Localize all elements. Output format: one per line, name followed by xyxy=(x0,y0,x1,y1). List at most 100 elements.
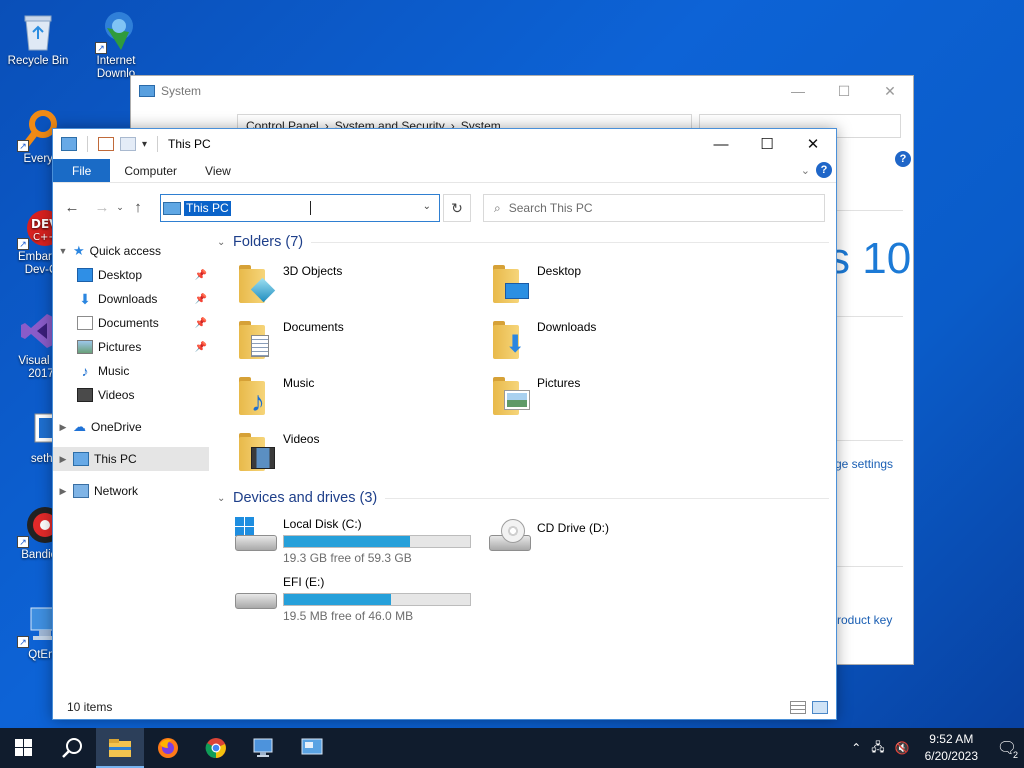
sidebar-item-videos[interactable]: Videos xyxy=(53,383,209,407)
sidebar-item-music[interactable]: ♪ Music xyxy=(53,359,209,383)
chevron-down-icon[interactable]: ⌄ xyxy=(423,201,431,212)
file-explorer-icon xyxy=(109,739,131,757)
system-maximize-button[interactable]: ☐ xyxy=(821,76,867,106)
expand-ribbon-icon[interactable]: ⌄ xyxy=(801,164,810,177)
cd-drive-icon xyxy=(487,517,533,557)
taskbar-remote-desktop[interactable] xyxy=(240,728,288,768)
tab-computer[interactable]: Computer xyxy=(110,159,191,182)
folder-music[interactable]: ♪ Music xyxy=(237,373,491,425)
search-button[interactable] xyxy=(48,728,96,768)
chevron-down-icon[interactable]: ⌄ xyxy=(217,493,233,504)
group-title: Devices and drives (3) xyxy=(233,490,378,506)
downloads-arrow-icon: ⬇ xyxy=(79,291,91,307)
chevron-down-icon[interactable]: ▼ xyxy=(53,246,73,256)
chevron-right-icon[interactable]: ▶ xyxy=(53,422,73,433)
network-icon[interactable]: 🖧 xyxy=(871,738,884,759)
folders-group-header[interactable]: ⌄ Folders (7) xyxy=(217,229,829,255)
minimize-button[interactable]: — xyxy=(698,129,744,159)
sidebar-item-pictures[interactable]: Pictures 📌 xyxy=(53,335,209,359)
refresh-button[interactable]: ↻ xyxy=(443,194,471,222)
taskbar-file-explorer[interactable] xyxy=(96,728,144,768)
taskbar-chrome[interactable] xyxy=(192,728,240,768)
sidebar-item-label: Videos xyxy=(98,388,135,402)
taskbar-firefox[interactable] xyxy=(144,728,192,768)
sidebar-item-this-pc[interactable]: ▶ This PC xyxy=(53,447,209,471)
sidebar-item-downloads[interactable]: ⬇ Downloads 📌 xyxy=(53,287,209,311)
tab-file[interactable]: File xyxy=(53,159,111,182)
divider xyxy=(311,241,829,243)
explorer-window[interactable]: ▾ This PC — ☐ ✕ File Computer View ⌄ ? ←… xyxy=(52,128,837,720)
folder-name: Music xyxy=(283,376,315,390)
ribbon-tabs: File Computer View ⌄ ? xyxy=(53,159,836,183)
sidebar-item-quick-access[interactable]: ▼ ★ Quick access xyxy=(53,239,209,263)
chevron-right-icon[interactable]: ▶ xyxy=(53,454,73,465)
maximize-button[interactable]: ☐ xyxy=(744,129,790,159)
system-minimize-button[interactable]: — xyxy=(775,76,821,106)
shortcut-arrow-icon: ↗ xyxy=(17,636,29,648)
chevron-up-icon[interactable]: ⌃ xyxy=(851,741,861,755)
pin-icon: 📌 xyxy=(194,293,207,305)
folder-pictures[interactable]: Pictures xyxy=(491,373,745,425)
folder-name: Desktop xyxy=(537,264,582,278)
drive-usage-bar xyxy=(283,535,471,548)
system-close-button[interactable]: ✕ xyxy=(867,76,913,106)
shortcut-arrow-icon: ↗ xyxy=(17,536,29,548)
help-icon[interactable]: ? xyxy=(816,162,832,178)
network-icon xyxy=(73,484,89,498)
recent-locations-button[interactable]: ⌄ xyxy=(113,195,127,219)
change-settings-link[interactable]: ge settings xyxy=(835,457,893,471)
chrome-icon xyxy=(205,738,226,759)
back-button[interactable]: ← xyxy=(61,195,83,219)
folder-3d-objects[interactable]: 3D Objects xyxy=(237,261,491,313)
folder-documents[interactable]: Documents xyxy=(237,317,491,369)
desktop-icon-internet-download-manager[interactable]: ↗ Internet Downlo xyxy=(78,10,154,81)
sidebar-item-desktop[interactable]: Desktop 📌 xyxy=(53,263,209,287)
drives-group-header[interactable]: ⌄ Devices and drives (3) xyxy=(217,485,829,511)
explorer-title-bar[interactable]: ▾ This PC — ☐ ✕ xyxy=(53,129,836,159)
up-button[interactable]: ↑ xyxy=(127,195,149,219)
start-button[interactable] xyxy=(0,728,48,768)
videos-film-icon xyxy=(77,388,93,402)
drive-d[interactable]: CD Drive (D:) xyxy=(487,517,741,569)
navigation-bar: ← → ⌄ ↑ This PC ⌄ ↻ ⌕ Search This PC xyxy=(53,183,836,231)
new-folder-icon[interactable] xyxy=(120,137,136,151)
properties-icon[interactable] xyxy=(98,137,114,151)
folder-desktop[interactable]: Desktop xyxy=(491,261,745,313)
action-center-button[interactable]: 🗨 2 xyxy=(990,728,1024,768)
chevron-right-icon[interactable]: ▶ xyxy=(53,486,73,497)
large-icons-view-icon[interactable] xyxy=(812,701,828,714)
pin-icon: 📌 xyxy=(194,341,207,353)
folder-name: Downloads xyxy=(537,320,597,334)
drive-name: Local Disk (C:) xyxy=(283,517,362,531)
drive-e[interactable]: EFI (E:) 19.5 MB free of 46.0 MB xyxy=(233,575,487,627)
search-input[interactable]: ⌕ Search This PC xyxy=(483,194,825,222)
volume-muted-icon[interactable]: 🔇 xyxy=(895,741,910,755)
sidebar-item-onedrive[interactable]: ▶ ☁ OneDrive xyxy=(53,415,209,439)
address-input-selected[interactable]: This PC xyxy=(184,200,231,216)
desktop-icon-recycle-bin[interactable]: Recycle Bin xyxy=(0,10,76,68)
chevron-down-icon[interactable]: ⌄ xyxy=(217,237,233,248)
sidebar-item-label: Pictures xyxy=(98,340,142,354)
sidebar-item-network[interactable]: ▶ Network xyxy=(53,479,209,503)
tab-view[interactable]: View xyxy=(191,159,245,182)
sidebar-item-label: OneDrive xyxy=(91,420,142,434)
clock-time: 9:52 AM xyxy=(929,732,974,746)
sidebar-item-documents[interactable]: Documents 📌 xyxy=(53,311,209,335)
customize-quick-access-icon[interactable]: ▾ xyxy=(142,139,147,150)
folder-downloads[interactable]: ⬇ Downloads xyxy=(491,317,745,369)
close-button[interactable]: ✕ xyxy=(790,129,836,159)
clock[interactable]: 9:52 AM 6/20/2023 xyxy=(925,731,978,765)
system-help-icon[interactable]: ? xyxy=(895,151,911,167)
sidebar-item-label: Downloads xyxy=(98,292,158,306)
drive-c[interactable]: Local Disk (C:) 19.3 GB free of 59.3 GB xyxy=(233,517,487,569)
taskbar-system-control-panel[interactable] xyxy=(288,728,336,768)
shortcut-arrow-icon: ↗ xyxy=(95,42,107,54)
details-view-icon[interactable] xyxy=(790,701,806,714)
product-key-link[interactable]: roduct key xyxy=(837,613,892,627)
cloud-icon: ☁ xyxy=(73,419,86,434)
sidebar-item-label: Music xyxy=(98,364,130,378)
folder-videos[interactable]: Videos xyxy=(237,429,491,481)
documents-icon xyxy=(77,316,93,330)
forward-button[interactable]: → xyxy=(91,195,113,219)
address-bar[interactable]: This PC ⌄ xyxy=(160,194,440,222)
